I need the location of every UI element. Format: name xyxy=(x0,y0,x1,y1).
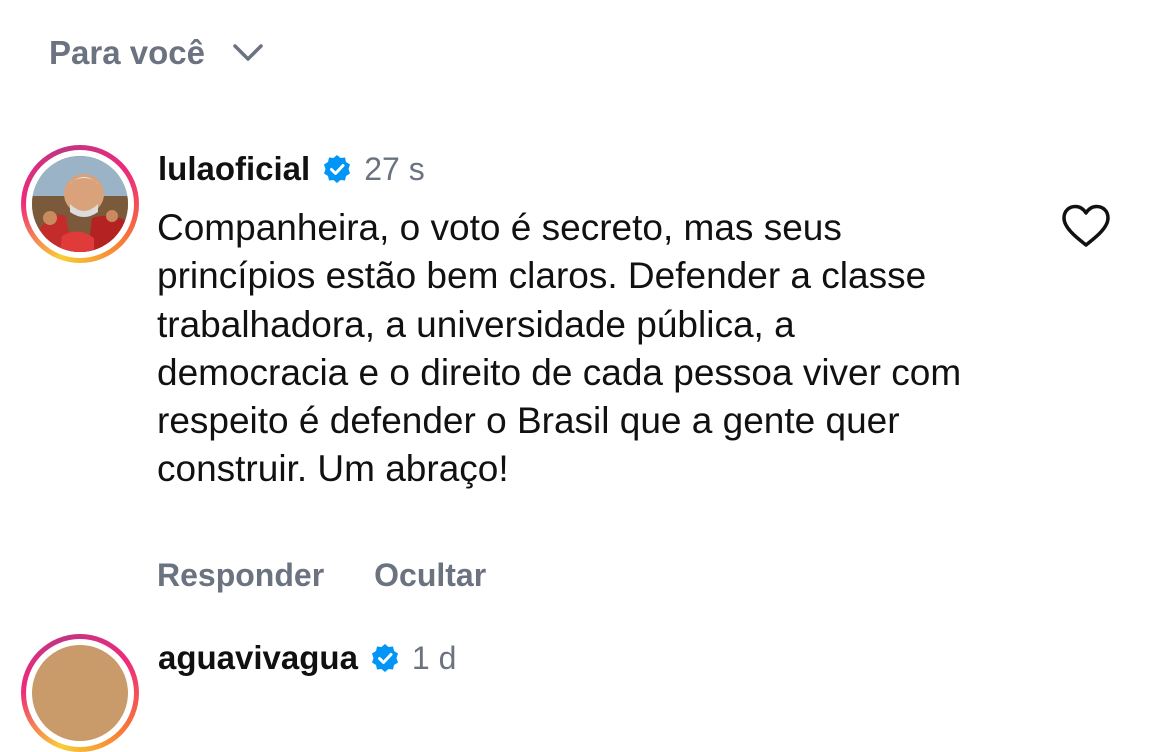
feed-filter-label: Para você xyxy=(49,34,205,71)
like-button[interactable] xyxy=(1060,203,1112,254)
avatar[interactable] xyxy=(21,145,139,263)
comment-header: lulaoficial 27 s xyxy=(158,148,425,190)
comment-timestamp: 1 d xyxy=(411,639,457,676)
comment-username[interactable]: aguavivagua xyxy=(158,639,358,677)
avatar[interactable] xyxy=(21,634,139,752)
feed-filter-dropdown[interactable]: Para você xyxy=(49,34,263,72)
comment-username[interactable]: lulaoficial xyxy=(158,150,310,188)
heart-icon xyxy=(1062,204,1110,247)
verified-badge-icon xyxy=(322,154,352,184)
comment-timestamp: 27 s xyxy=(364,150,425,187)
chevron-down-icon xyxy=(233,44,263,61)
avatar-photo xyxy=(32,156,128,252)
comment-text: Companheira, o voto é secreto, mas seus … xyxy=(157,207,962,490)
hide-button[interactable]: Ocultar xyxy=(374,557,486,594)
verified-badge-icon xyxy=(370,643,400,673)
avatar-photo xyxy=(32,645,128,741)
comment-header: aguavivagua 1 d xyxy=(158,637,456,679)
comment-actions: Responder Ocultar xyxy=(157,557,486,594)
reply-button[interactable]: Responder xyxy=(157,557,324,594)
